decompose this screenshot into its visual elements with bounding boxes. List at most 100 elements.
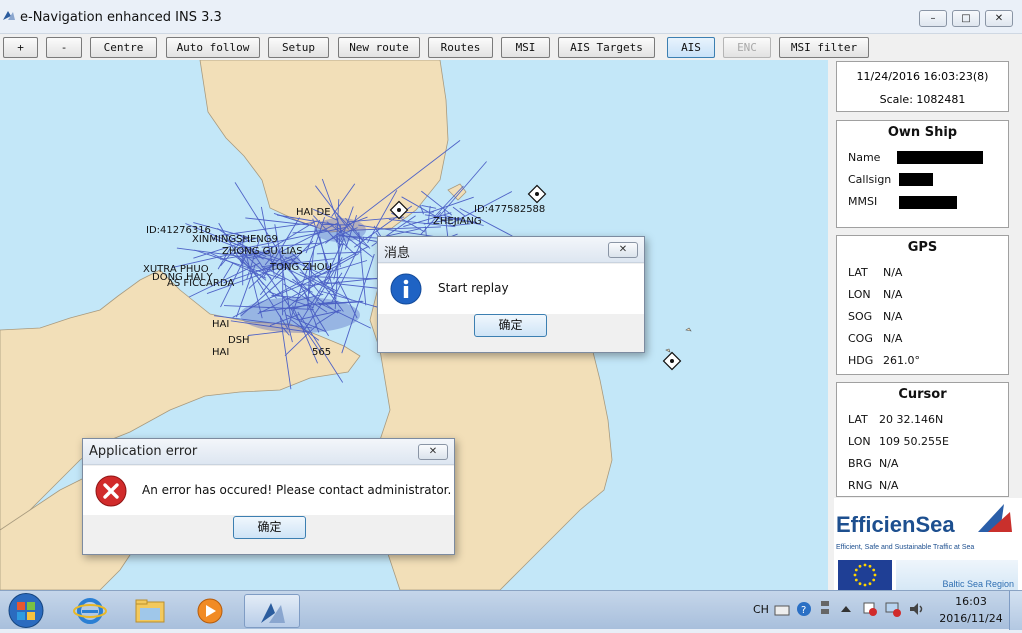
replay-dialog: 消息 ✕ Start replay 确定: [377, 236, 645, 353]
msi-button[interactable]: MSI: [501, 37, 550, 58]
new-route-button[interactable]: New route: [338, 37, 420, 58]
maximize-button[interactable]: □: [952, 10, 980, 27]
title-bar[interactable]: e-Navigation enhanced INS 3.3 – □ ✕: [0, 0, 1022, 34]
msi-filter-button[interactable]: MSI filter: [779, 37, 869, 58]
media-player-icon: [182, 594, 238, 628]
error-dialog-ok-button[interactable]: 确定: [233, 516, 306, 539]
cursor-lat-value: 20 32.146N: [879, 413, 943, 426]
aton-marker[interactable]: [664, 353, 681, 370]
help-icon[interactable]: ?: [796, 601, 812, 617]
zoom-in-button[interactable]: +: [3, 37, 38, 58]
taskbar-internet-explorer[interactable]: [62, 594, 118, 628]
network-icon[interactable]: [884, 601, 902, 617]
auto-follow-button[interactable]: Auto follow: [166, 37, 260, 58]
vessel-label: TONG ZHOU: [269, 262, 332, 273]
replay-dialog-close-button[interactable]: ✕: [608, 242, 638, 258]
error-dialog-title-bar[interactable]: Application error ✕: [83, 439, 454, 465]
ais-targets-button[interactable]: AIS Targets: [558, 37, 655, 58]
taskbar-clock-time[interactable]: 16:03: [936, 595, 1006, 608]
error-dialog-body: An error has occured! Please contact adm…: [83, 466, 454, 515]
small-islets: [666, 328, 691, 352]
logo-tagline: Efficient, Safe and Sustainable Traffic …: [836, 544, 974, 551]
gps-lon-value: N/A: [883, 288, 902, 301]
ais-track-segment: [430, 197, 474, 212]
taskbar: CH ? 16:03 2016/11/24: [0, 590, 1022, 629]
ais-track-segment: [428, 206, 430, 224]
close-button[interactable]: ✕: [985, 10, 1013, 27]
eu-flag-star: [855, 579, 858, 582]
eu-flag-icon: [838, 560, 892, 590]
ais-track-segment: [290, 281, 294, 282]
replay-dialog-ok-button[interactable]: 确定: [474, 314, 547, 337]
input-language-indicator[interactable]: CH: [753, 603, 769, 616]
vessel-label: HAI DE: [296, 207, 331, 218]
vessel-label: XINMINGSHENG9: [192, 234, 278, 245]
taskbar-explorer[interactable]: [122, 594, 178, 628]
gps-lat-value: N/A: [883, 266, 902, 279]
ais-track-segment: [453, 207, 465, 216]
setup-button[interactable]: Setup: [268, 37, 329, 58]
enav-app-icon: [245, 595, 301, 629]
action-center-icon[interactable]: [862, 601, 878, 617]
cursor-brg-label: BRG: [848, 457, 872, 470]
gps-hdg-label: HDG: [848, 354, 873, 367]
aton-marker[interactable]: [529, 186, 546, 203]
eu-flag-star: [859, 565, 862, 568]
replay-dialog-title-bar[interactable]: 消息 ✕: [378, 237, 644, 263]
error-dialog-close-button[interactable]: ✕: [418, 444, 448, 460]
own-ship-mmsi-value: [899, 196, 957, 209]
eu-flag-star: [869, 582, 872, 585]
keyboard-icon[interactable]: [774, 603, 790, 617]
eu-flag-star: [872, 569, 875, 572]
info-icon: [390, 273, 422, 305]
gps-cog-label: COG: [848, 332, 873, 345]
centre-button[interactable]: Centre: [90, 37, 157, 58]
own-ship-name-value: [897, 151, 983, 164]
gps-sog-label: SOG: [848, 310, 872, 323]
vessel-label: HAI: [212, 319, 229, 330]
vessel-label: ZHONG GU LIAS: [222, 246, 303, 257]
gps-lon-label: LON: [848, 288, 871, 301]
eu-flag-star: [864, 564, 867, 567]
taskbar-media-player[interactable]: [182, 594, 238, 628]
own-ship-title: Own Ship: [837, 125, 1008, 140]
ais-toggle-button[interactable]: AIS: [667, 37, 715, 58]
svg-text:?: ?: [801, 605, 806, 616]
gps-sog-value: N/A: [883, 310, 902, 323]
cursor-lat-label: LAT: [848, 413, 868, 426]
taskbar-enav-app[interactable]: [244, 594, 300, 628]
minimize-button[interactable]: –: [919, 10, 947, 27]
gps-panel: GPS LAT N/A LON N/A SOG N/A COG N/A HDG …: [836, 235, 1009, 375]
eu-flag-star: [864, 584, 867, 587]
window-title: e-Navigation enhanced INS 3.3: [20, 10, 222, 25]
eu-flag-star: [854, 574, 857, 577]
show-hidden-icons-icon[interactable]: [840, 604, 852, 614]
routes-button[interactable]: Routes: [428, 37, 493, 58]
volume-icon[interactable]: [908, 601, 926, 617]
eu-flag-star: [874, 574, 877, 577]
enc-toggle-button[interactable]: ENC: [723, 37, 771, 58]
cursor-rng-value: N/A: [879, 479, 898, 492]
logo-sail-icon: [974, 500, 1014, 534]
vessel-label: DSH: [228, 335, 250, 346]
show-desktop-button[interactable]: [1009, 591, 1022, 630]
own-ship-callsign-value: [899, 173, 933, 186]
datetime-readout: 11/24/2016 16:03:23(8): [837, 70, 1008, 83]
scale-readout: Scale: 1082481: [837, 93, 1008, 106]
ime-options-icon[interactable]: [818, 599, 832, 619]
own-ship-mmsi-label: MMSI: [848, 195, 877, 208]
cursor-lon-value: 109 50.255E: [879, 435, 949, 448]
start-button-icon[interactable]: [6, 592, 46, 629]
own-ship-callsign-label: Callsign: [848, 173, 891, 186]
taskbar-clock-date[interactable]: 2016/11/24: [936, 612, 1006, 625]
error-dialog-title: Application error: [89, 444, 197, 459]
side-panel: 11/24/2016 16:03:23(8) Scale: 1082481 Ow…: [828, 60, 1022, 590]
baltic-sea-region-badge: Baltic Sea Region: [896, 560, 1018, 590]
vessel-label: 565: [312, 347, 331, 358]
gps-cog-value: N/A: [883, 332, 902, 345]
replay-dialog-body: Start replay: [378, 264, 644, 314]
gps-lat-label: LAT: [848, 266, 868, 279]
efficiensea-logo: EfficienSea Efficient, Safe and Sustaina…: [834, 498, 1022, 590]
zoom-out-button[interactable]: -: [46, 37, 82, 58]
cursor-title: Cursor: [837, 387, 1008, 402]
